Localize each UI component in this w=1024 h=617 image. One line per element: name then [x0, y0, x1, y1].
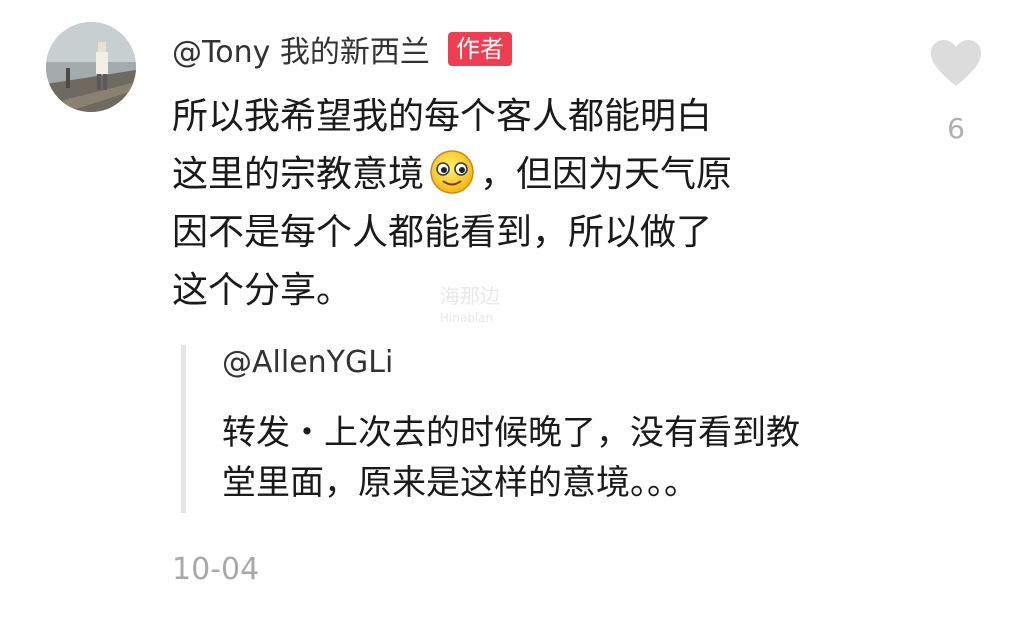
- comment-line: 因不是每个人都能看到，所以做了: [172, 212, 713, 253]
- watermark: 海那边 Hinabian: [440, 286, 500, 328]
- comment-username[interactable]: @Tony 我的新西兰: [172, 27, 430, 71]
- avatar[interactable]: [46, 22, 136, 112]
- comment-line: 所以我希望我的每个客人都能明白: [172, 96, 713, 137]
- watermark-sub: Hinabian: [440, 311, 494, 325]
- quote-text: 转发・上次去的时候晚了，没有看到教 堂里面，原来是这样的意境。。。: [222, 408, 952, 508]
- comment-line: 这里的宗教意境 ，但因为天气原: [172, 146, 852, 204]
- comment-line: 这个分享。: [172, 270, 353, 311]
- avatar-photo: [46, 22, 136, 112]
- comment-header: @Tony 我的新西兰 作者: [172, 26, 512, 72]
- like-count: 6: [947, 112, 965, 145]
- comment-text: 所以我希望我的每个客人都能明白 这里的宗教意境 ，但因为天气原 因不是每个人都能…: [172, 88, 852, 320]
- author-badge: 作者: [447, 32, 512, 66]
- quote-line: 堂里面，原来是这样的意境。。。: [222, 463, 698, 503]
- comment-line-part: 这里的宗教意境: [172, 154, 425, 195]
- quote-line: 转发・上次去的时候晚了，没有看到教: [222, 413, 800, 453]
- watermark-text: 海那边: [440, 284, 500, 308]
- like-button[interactable]: 6: [926, 38, 986, 145]
- smiling-face-emoji: [424, 150, 480, 194]
- heart-icon[interactable]: [926, 38, 986, 88]
- comment-line-part: ，但因为天气原: [480, 154, 733, 195]
- quote-username[interactable]: @AllenYGLi: [222, 345, 393, 380]
- comment-date: 10-04: [172, 552, 260, 587]
- quote-divider: [181, 345, 186, 513]
